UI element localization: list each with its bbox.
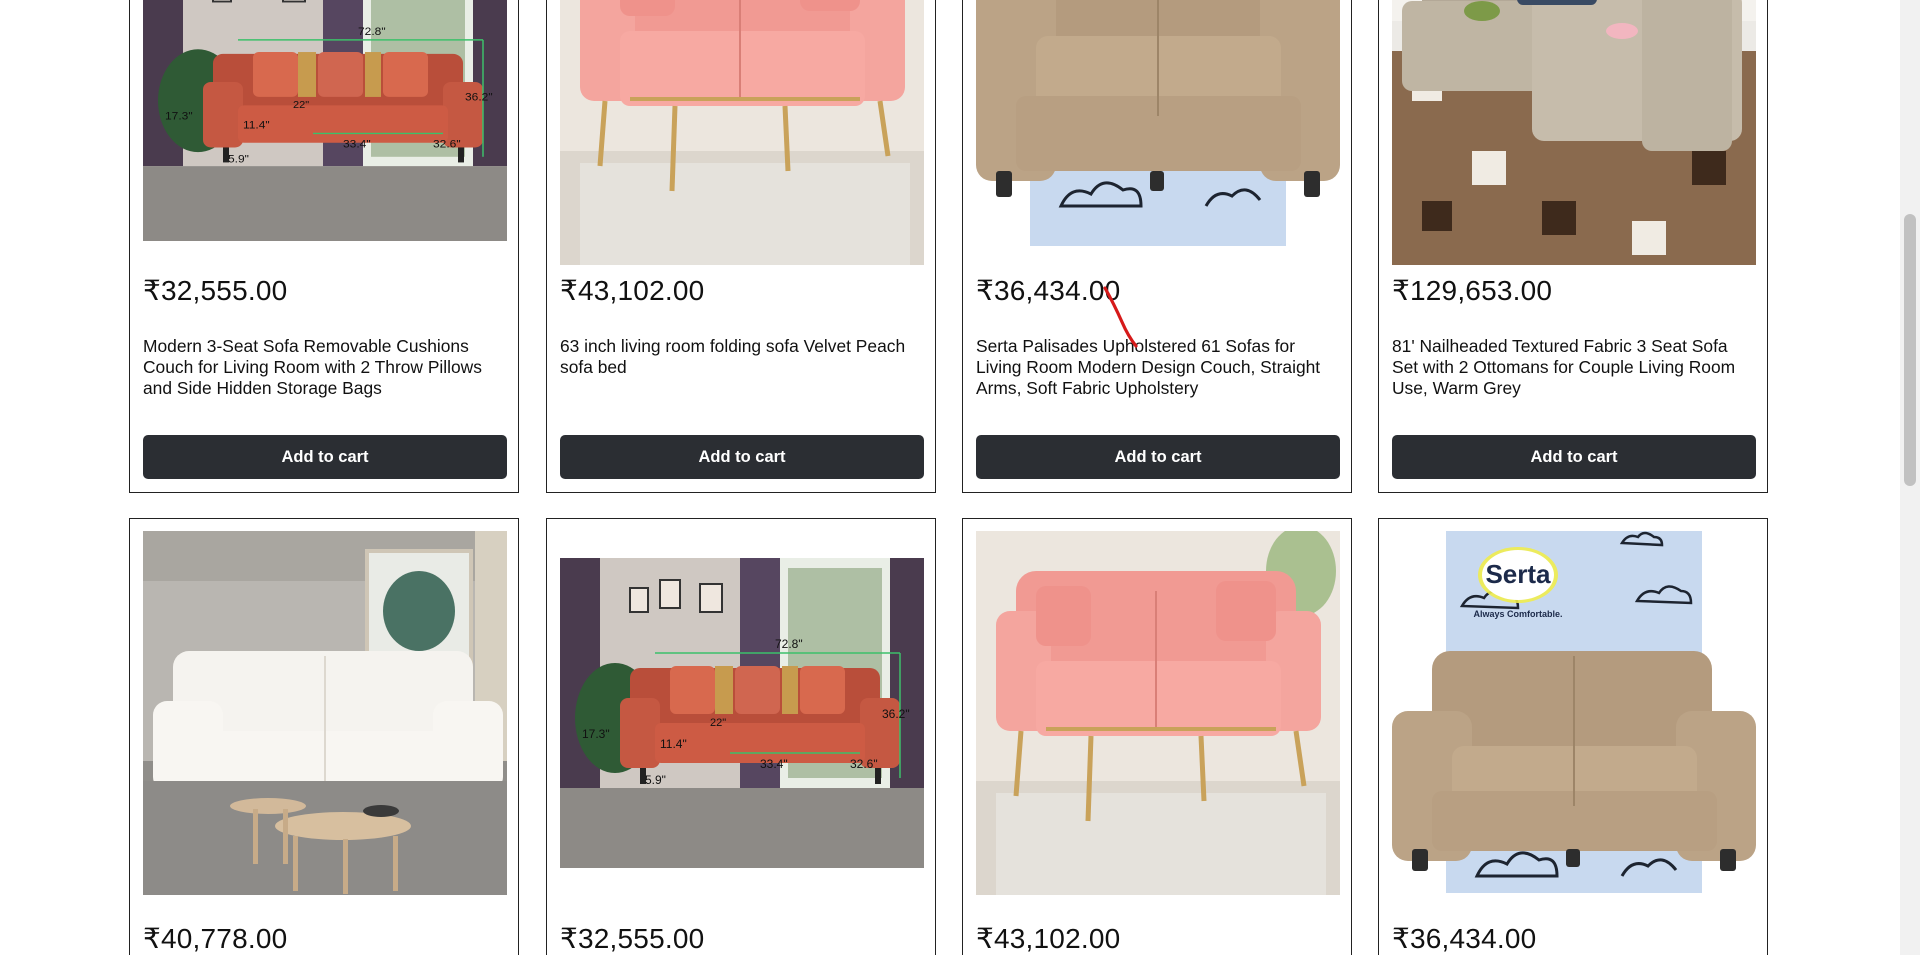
product-card: ₹43,102.00 [962,518,1352,955]
add-to-cart-button[interactable]: Add to cart [143,435,507,479]
product-image[interactable] [976,531,1340,895]
product-price: ₹40,778.00 [143,923,288,954]
product-image[interactable] [976,0,1340,250]
product-grid: ₹32,555.00 Modern 3-Seat Sofa Removable … [0,0,1900,955]
product-price: ₹129,653.00 [1392,275,1553,306]
product-image[interactable] [1392,0,1756,265]
product-image[interactable] [560,0,924,265]
product-card: ₹129,653.00 81' Nailheaded Textured Fabr… [1378,0,1768,493]
product-card: ₹36,434.00 Serta Palisades Upholstered 6… [962,0,1352,493]
product-price: ₹36,434.00 [976,275,1121,306]
product-price: ₹32,555.00 [560,923,705,954]
product-card: ₹32,555.00 Modern 3-Seat Sofa Removable … [129,0,519,493]
product-title[interactable]: 81' Nailheaded Textured Fabric 3 Seat So… [1392,336,1758,399]
add-to-cart-button[interactable]: Add to cart [976,435,1340,479]
product-image[interactable] [560,558,924,868]
product-price: ₹36,434.00 [1392,923,1537,954]
product-price: ₹43,102.00 [560,275,705,306]
product-image[interactable] [143,0,507,241]
product-card: ₹32,555.00 [546,518,936,955]
product-price: ₹32,555.00 [143,275,288,306]
product-image[interactable] [1392,531,1756,895]
add-to-cart-button[interactable]: Add to cart [1392,435,1756,479]
product-title[interactable]: 63 inch living room folding sofa Velvet … [560,336,926,378]
product-price: ₹43,102.00 [976,923,1121,954]
page-scrollbar[interactable] [1900,0,1920,955]
product-card: ₹36,434.00 [1378,518,1768,955]
product-card: ₹43,102.00 63 inch living room folding s… [546,0,936,493]
product-title[interactable]: Modern 3-Seat Sofa Removable Cushions Co… [143,336,509,399]
product-title[interactable]: Serta Palisades Upholstered 61 Sofas for… [976,336,1342,399]
scrollbar-thumb[interactable] [1904,214,1916,486]
product-card: ₹40,778.00 [129,518,519,955]
add-to-cart-button[interactable]: Add to cart [560,435,924,479]
product-image[interactable] [143,531,507,895]
